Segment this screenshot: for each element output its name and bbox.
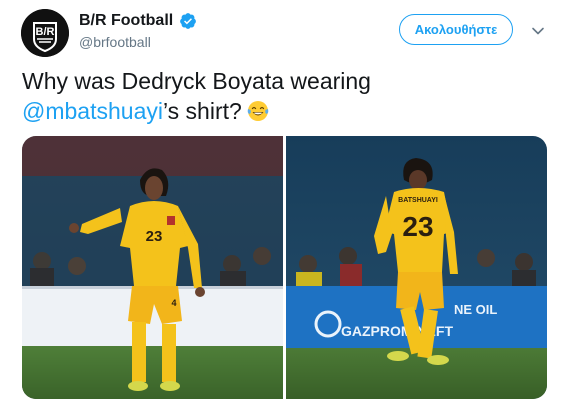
photo-left-shorts-number: 4 [171,298,176,308]
media-grid: 23 4 NE OIL GAZPROM NEFT BATSHUAYI 23 [22,136,547,399]
avatar[interactable]: B/R [21,9,69,57]
mention-link[interactable]: @mbatshuayi [22,98,163,124]
tweet-card: B/R B/R Football @brfootball Ακολουθήστε… [0,0,566,409]
photo-batshuayi-shirt[interactable]: NE OIL GAZPROM NEFT BATSHUAYI 23 [286,136,547,399]
chevron-down-icon[interactable] [531,24,545,38]
tears-of-joy-emoji-icon [247,101,269,121]
avatar-text: B/R [36,26,55,38]
photo-right-jersey-number: 23 [402,211,433,242]
author-handle[interactable]: @brfootball [79,33,151,51]
tweet-text: Why was Dedryck Boyata wearing @mbatshuay… [22,66,552,126]
tweet-text-line1: Why was Dedryck Boyata wearing [22,68,371,94]
verified-badge-icon [180,13,196,29]
photo-right-ad-top: NE OIL [454,302,497,317]
follow-button[interactable]: Ακολουθήστε [399,14,513,45]
photo-right-ad-text: GAZPROM NEFT [341,323,453,339]
photo-right-jersey-name: BATSHUAYI [398,197,438,204]
author-name[interactable]: B/R Football [79,11,173,31]
photo-boyata[interactable]: 23 4 [22,136,283,399]
tweet-text-tail: ’s shirt? [162,98,242,124]
photo-left-jersey-number: 23 [146,228,163,245]
